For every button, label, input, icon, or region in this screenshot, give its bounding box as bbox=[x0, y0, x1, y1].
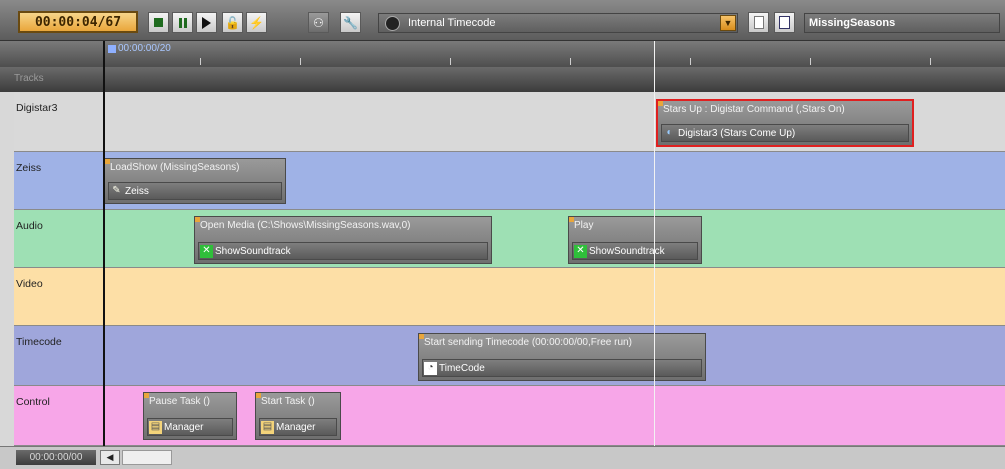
lightning-button[interactable]: ⚡ bbox=[246, 12, 267, 33]
pause-icon bbox=[178, 17, 187, 28]
track-name: Timecode bbox=[16, 336, 62, 348]
cue-device: ✕ ShowSoundtrack bbox=[572, 242, 698, 260]
ruler-tick bbox=[690, 58, 691, 65]
cue-open-media[interactable]: Open Media (C:\Shows\MissingSeasons.wav,… bbox=[194, 216, 492, 264]
cue-title: Pause Task () bbox=[149, 396, 210, 407]
track-video[interactable]: Video bbox=[14, 268, 1005, 326]
timeline-ruler[interactable]: 00:00:00/20 bbox=[0, 41, 1005, 67]
cue-title: Start sending Timecode (00:00:00/00,Free… bbox=[424, 337, 632, 348]
digistar-icon: ◐ bbox=[666, 127, 673, 138]
timecode-source-select[interactable]: Internal Timecode ▼ bbox=[378, 13, 738, 33]
wrench-icon: 🔧 bbox=[343, 15, 358, 30]
ruler-tick bbox=[300, 58, 301, 65]
stop-button[interactable] bbox=[148, 12, 169, 33]
cue-device: ◐ Digistar3 (Stars Come Up) bbox=[661, 124, 909, 142]
ruler-position-label: 00:00:00/20 bbox=[118, 43, 171, 54]
cue-device: ✎ Zeiss bbox=[108, 182, 282, 200]
scroll-left-button[interactable]: ◀ bbox=[100, 450, 120, 465]
list-icon bbox=[779, 16, 790, 29]
pause-button[interactable] bbox=[172, 12, 193, 33]
chevron-down-icon[interactable]: ▼ bbox=[720, 15, 736, 31]
cue-device-label: Manager bbox=[276, 421, 316, 433]
tracks-header-label: Tracks bbox=[14, 73, 44, 84]
track-name: Zeiss bbox=[16, 162, 42, 174]
cue-stars-up[interactable]: Stars Up : Digistar Command (,Stars On) … bbox=[656, 99, 914, 147]
ruler-tick bbox=[200, 58, 201, 65]
globe-icon bbox=[385, 15, 400, 31]
cue-title: Stars Up : Digistar Command (,Stars On) bbox=[663, 104, 845, 115]
track-name: Audio bbox=[16, 220, 43, 232]
page-button[interactable] bbox=[748, 12, 769, 33]
cue-start-timecode[interactable]: Start sending Timecode (00:00:00/00,Free… bbox=[418, 333, 706, 381]
manager-icon: ▤ bbox=[149, 420, 162, 434]
list-button[interactable] bbox=[774, 12, 795, 33]
status-bar: 00:00:00/00 ◀ bbox=[0, 446, 1005, 469]
cue-device: ✕ ShowSoundtrack bbox=[198, 242, 488, 260]
timecode-display: 00:00:04/67 bbox=[18, 11, 138, 33]
zeiss-icon: ✎ bbox=[112, 185, 121, 196]
cue-title: Play bbox=[574, 220, 594, 231]
stop-icon bbox=[154, 18, 163, 27]
timecode-icon: ◔ bbox=[424, 361, 437, 375]
unlock-button[interactable]: 🔓 bbox=[222, 12, 243, 33]
lightning-icon: ⚡ bbox=[249, 15, 264, 30]
cue-device: ▤ Manager bbox=[259, 418, 337, 436]
cue-device-label: Zeiss bbox=[125, 185, 149, 197]
cue-device-label: ShowSoundtrack bbox=[215, 245, 291, 257]
footer-timecode: 00:00:00/00 bbox=[16, 450, 96, 465]
cue-start-task[interactable]: Start Task () ▤ Manager bbox=[255, 392, 341, 440]
cue-title: Open Media (C:\Shows\MissingSeasons.wav,… bbox=[200, 220, 411, 231]
wrench-button[interactable]: 🔧 bbox=[340, 12, 361, 33]
soundtrack-icon: ✕ bbox=[200, 244, 213, 258]
toolbar: 00:00:04/67 🔓 ⚡ ⚇ 🔧 Internal Timecode ▼ … bbox=[0, 0, 1005, 41]
play-icon bbox=[202, 16, 211, 29]
ruler-tick bbox=[450, 58, 451, 65]
group-icon: ⚇ bbox=[313, 15, 324, 30]
track-name: Digistar3 bbox=[16, 102, 58, 114]
cue-device-label: TimeCode bbox=[439, 362, 485, 374]
cue-pause-task[interactable]: Pause Task () ▤ Manager bbox=[143, 392, 237, 440]
show-name: MissingSeasons bbox=[804, 13, 1000, 33]
cue-device-label: Digistar3 (Stars Come Up) bbox=[678, 127, 796, 139]
track-audio[interactable]: Audio bbox=[14, 210, 1005, 268]
ruler-tick bbox=[810, 58, 811, 65]
playhead[interactable] bbox=[103, 41, 105, 446]
cue-device: ◔ TimeCode bbox=[422, 359, 702, 377]
manager-icon: ▤ bbox=[261, 420, 274, 434]
track-name: Control bbox=[16, 396, 50, 408]
group-button[interactable]: ⚇ bbox=[308, 12, 329, 33]
cue-device: ▤ Manager bbox=[147, 418, 233, 436]
marker-icon bbox=[108, 44, 116, 53]
cursor-line bbox=[654, 41, 655, 446]
cue-device-label: Manager bbox=[164, 421, 204, 433]
ruler-position: 00:00:00/20 bbox=[108, 43, 171, 54]
lock-icon: 🔓 bbox=[225, 15, 240, 30]
timecode-source-label: Internal Timecode bbox=[408, 17, 496, 29]
play-button[interactable] bbox=[196, 12, 217, 33]
soundtrack-icon: ✕ bbox=[574, 244, 587, 258]
horizontal-scrollbar-thumb[interactable] bbox=[122, 450, 172, 465]
page-icon bbox=[753, 16, 764, 29]
ruler-tick bbox=[930, 58, 931, 65]
tracks-header: Tracks bbox=[0, 67, 1005, 92]
cue-play[interactable]: Play ✕ ShowSoundtrack bbox=[568, 216, 702, 264]
ruler-tick bbox=[570, 58, 571, 65]
arrow-left-icon: ◀ bbox=[106, 452, 114, 462]
track-name: Video bbox=[16, 278, 43, 290]
cue-title: Start Task () bbox=[261, 396, 315, 407]
cue-title: LoadShow (MissingSeasons) bbox=[110, 162, 240, 173]
cue-loadshow[interactable]: LoadShow (MissingSeasons) ✎ Zeiss bbox=[104, 158, 286, 204]
